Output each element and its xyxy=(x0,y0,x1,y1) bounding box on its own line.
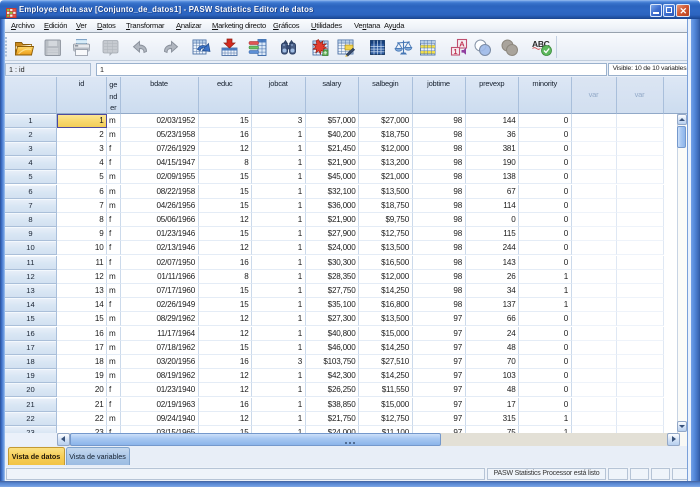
svg-text:A: A xyxy=(459,40,465,49)
svg-text:1: 1 xyxy=(454,49,458,56)
